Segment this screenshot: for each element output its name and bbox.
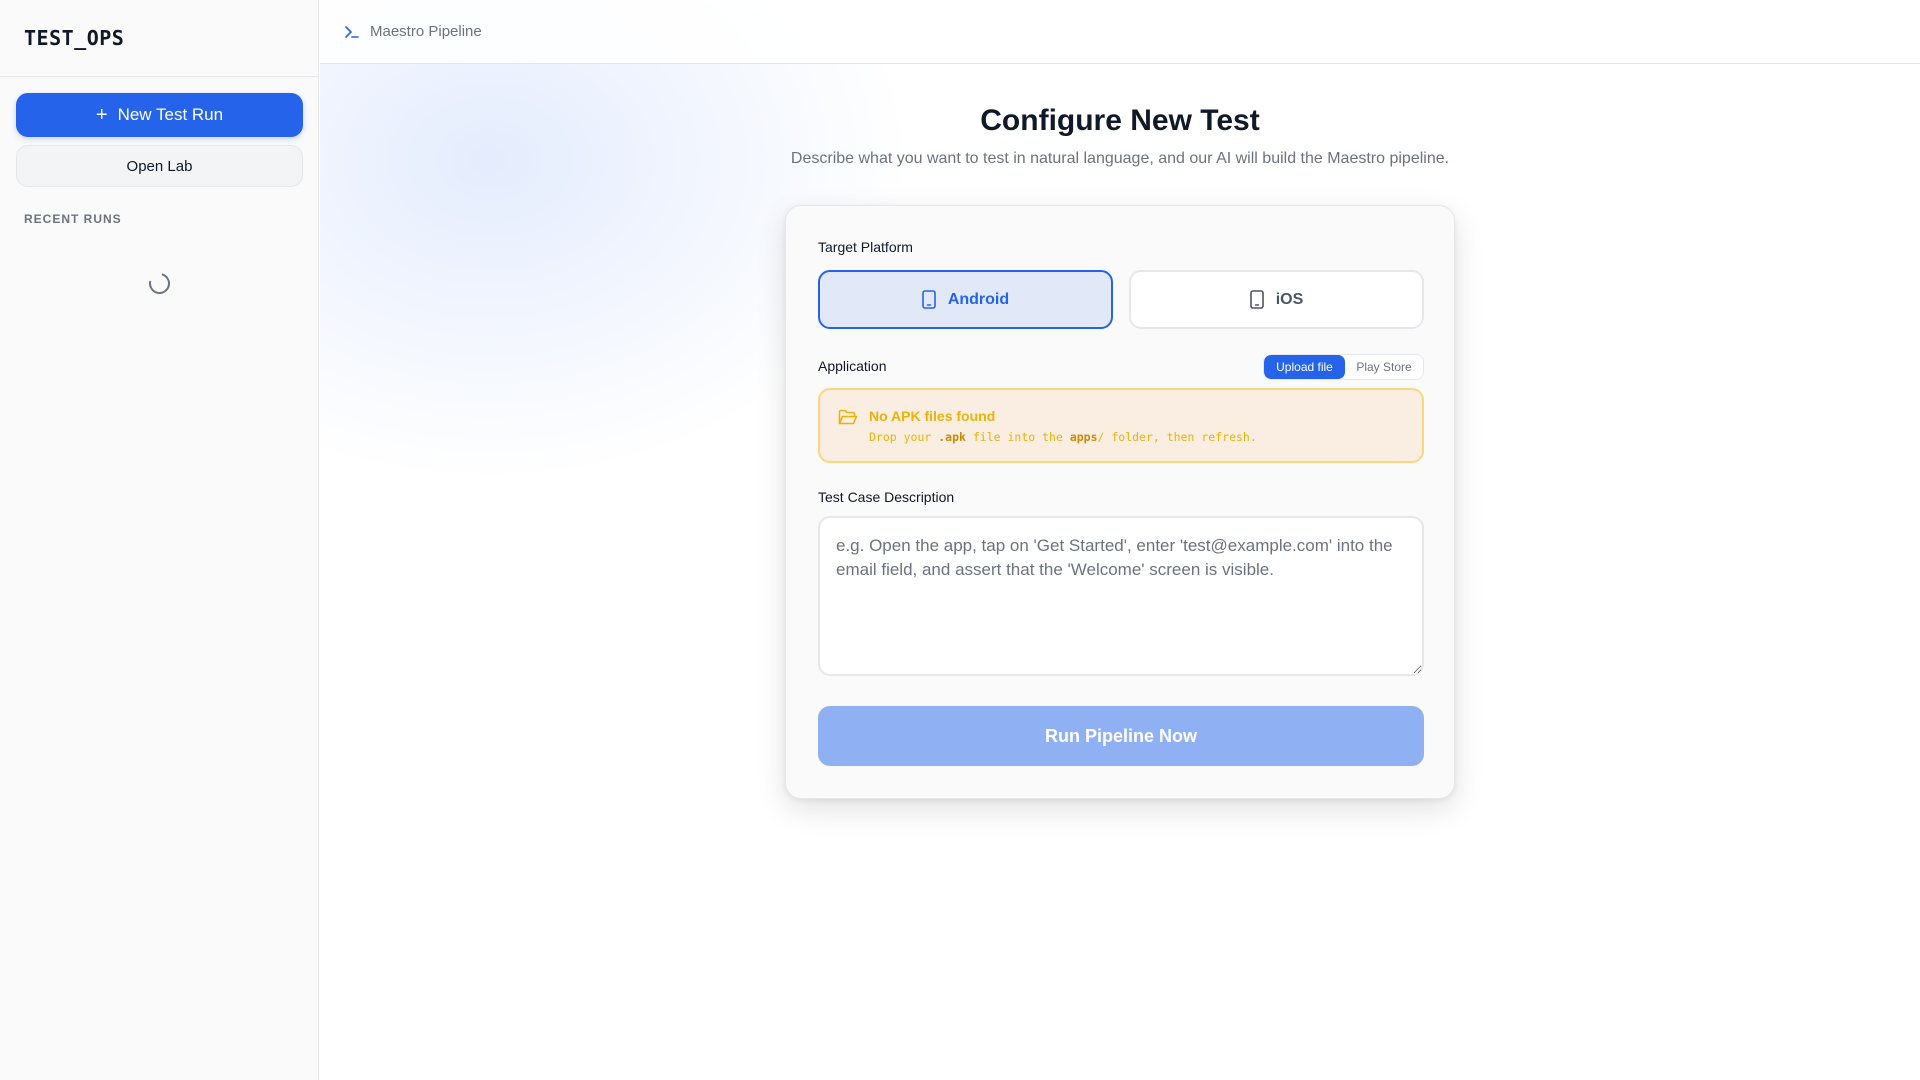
new-test-run-label: New Test Run <box>117 105 224 124</box>
platform-android-button[interactable]: Android <box>818 270 1113 329</box>
configure-test-card: Target Platform Android iOS Application … <box>785 205 1455 799</box>
topbar-title: Maestro Pipeline <box>370 23 482 40</box>
run-pipeline-button[interactable]: Run Pipeline Now <box>818 706 1424 766</box>
no-apk-warning: No APK files found Drop your .apk file i… <box>818 388 1424 463</box>
plus-icon: + <box>95 104 108 126</box>
loading-spinner-icon <box>145 269 174 298</box>
sidebar: TEST_OPS + New Test Run Open Lab RECENT … <box>0 0 319 1080</box>
open-lab-button[interactable]: Open Lab <box>16 145 303 187</box>
warning-title: No APK files found <box>869 408 996 424</box>
folder-open-icon <box>838 409 858 425</box>
play-store-tab[interactable]: Play Store <box>1345 355 1423 379</box>
test-description-input[interactable] <box>818 516 1424 676</box>
platform-ios-label: iOS <box>1275 290 1304 308</box>
target-platform-label: Target Platform <box>818 239 913 255</box>
new-test-run-button[interactable]: + New Test Run <box>16 93 303 137</box>
topbar: Maestro Pipeline <box>320 0 1920 64</box>
warning-text: Drop your .apk file into the apps/ folde… <box>869 430 1257 444</box>
platform-android-label: Android <box>947 290 1010 308</box>
page-title: Configure New Test <box>980 104 1260 137</box>
application-label: Application <box>818 358 887 374</box>
page-subtitle: Describe what you want to test in natura… <box>790 150 1450 167</box>
main-content: Maestro Pipeline Configure New Test Desc… <box>320 0 1920 1080</box>
app-source-toggle: Upload file Play Store <box>1263 354 1424 380</box>
brand-logo: TEST_OPS <box>0 0 318 77</box>
platform-ios-button[interactable]: iOS <box>1129 270 1424 329</box>
test-description-label: Test Case Description <box>818 489 955 505</box>
terminal-icon <box>345 25 359 38</box>
phone-icon <box>1249 290 1264 309</box>
recent-runs-heading: RECENT RUNS <box>24 212 122 226</box>
phone-icon <box>922 290 936 309</box>
upload-file-tab[interactable]: Upload file <box>1264 355 1345 379</box>
